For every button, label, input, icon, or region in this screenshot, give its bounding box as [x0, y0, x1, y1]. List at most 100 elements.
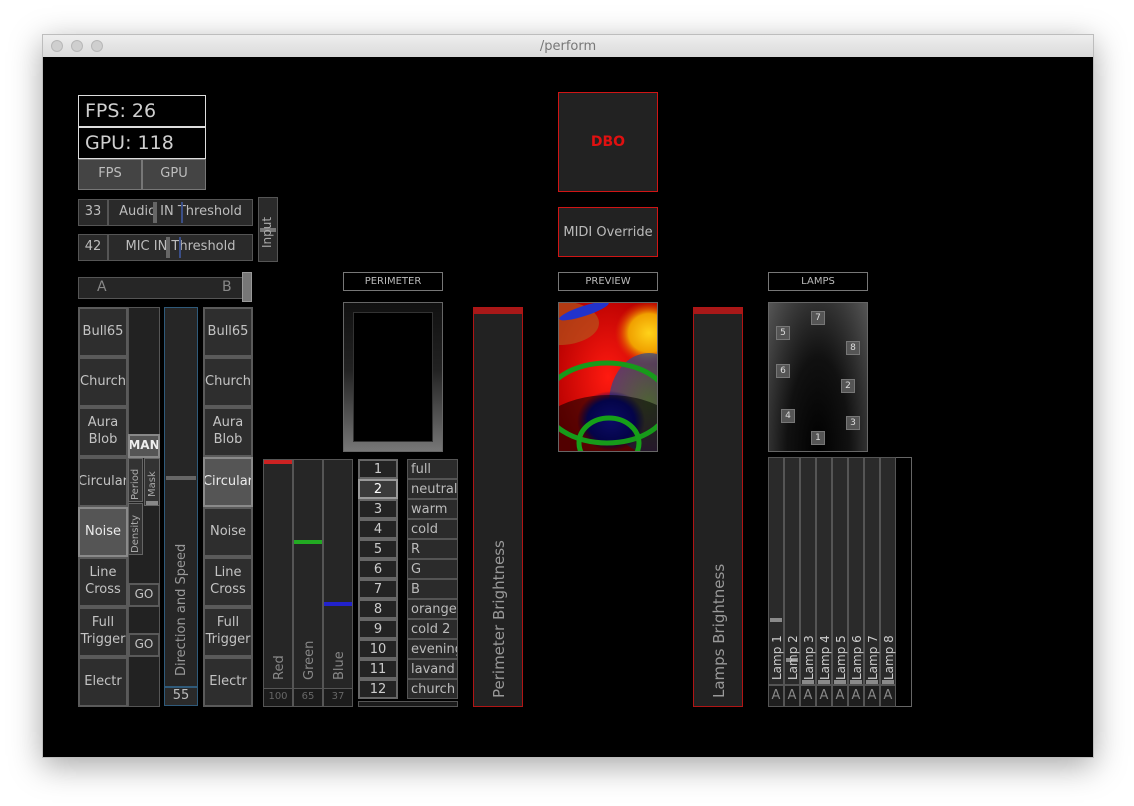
lamps-brightness-slider[interactable]: Lamps Brightness	[693, 307, 743, 707]
lamp-marker-3[interactable]: 3	[846, 416, 860, 430]
lamp-marker-2[interactable]: 2	[841, 379, 855, 393]
lamp-fader-6[interactable]: Lamp 6	[848, 457, 864, 685]
deck-b-effect-button-7[interactable]: Electr	[203, 657, 253, 707]
preset-number-5[interactable]: 5	[358, 539, 398, 559]
deck-b-effect-button-5[interactable]: Line Cross	[203, 557, 253, 607]
preset-number-10[interactable]: 10	[358, 639, 398, 659]
deck-a-effect-button-5[interactable]: Line Cross	[78, 557, 128, 607]
preset-name[interactable]: G	[407, 559, 458, 579]
lamps-brightness-handle[interactable]	[694, 308, 742, 314]
lamp-marker-4[interactable]: 4	[781, 409, 795, 423]
preset-number-7[interactable]: 7	[358, 579, 398, 599]
preset-number-1[interactable]: 1	[358, 459, 398, 479]
deck-b-effect-button-6[interactable]: Full Trigger	[203, 607, 253, 657]
deck-a-effect-button-2[interactable]: Aura Blob	[78, 407, 128, 457]
lamp-fader-handle-6[interactable]	[850, 680, 862, 684]
lamp-fader-handle-5[interactable]	[834, 680, 846, 684]
lamp-fader-handle-7[interactable]	[866, 680, 878, 684]
lamp-a-button-7[interactable]: A	[864, 685, 880, 707]
preset-name[interactable]: B	[407, 579, 458, 599]
preset-number-2[interactable]: 2	[358, 479, 398, 499]
deck-a-effect-button-3[interactable]: Circular	[78, 457, 128, 507]
mic-threshold-handle[interactable]	[166, 237, 170, 258]
lamp-marker-6[interactable]: 6	[776, 364, 790, 378]
man-button[interactable]: MAN	[128, 434, 160, 458]
lamp-a-button-4[interactable]: A	[816, 685, 832, 707]
preset-number-8[interactable]: 8	[358, 599, 398, 619]
lamp-marker-7[interactable]: 7	[811, 311, 825, 325]
preset-number-4[interactable]: 4	[358, 519, 398, 539]
audio-threshold-handle[interactable]	[153, 202, 157, 223]
ab-crossfader[interactable]: A B	[78, 277, 252, 299]
mic-threshold-slider[interactable]: MIC IN Threshold	[108, 234, 253, 261]
lamp-fader-handle-3[interactable]	[802, 680, 814, 684]
preset-name[interactable]: neutral	[407, 479, 458, 499]
deck-a-effect-button-4[interactable]: Noise	[78, 507, 128, 557]
crossfader-handle[interactable]	[242, 272, 252, 302]
audio-threshold-slider[interactable]: Audio IN Threshold	[108, 199, 253, 226]
period-slider[interactable]: Period	[128, 458, 143, 502]
lamp-a-button-3[interactable]: A	[800, 685, 816, 707]
preset-name[interactable]: full	[407, 459, 458, 479]
lamp-a-button-8[interactable]: A	[880, 685, 896, 707]
go-button-2[interactable]: GO	[128, 633, 160, 657]
lamp-a-button-1[interactable]: A	[768, 685, 784, 707]
lamp-marker-5[interactable]: 5	[776, 326, 790, 340]
deck-a-effect-button-6[interactable]: Full Trigger	[78, 607, 128, 657]
red-fader[interactable]: Red	[263, 459, 293, 707]
deck-b-effect-button-3[interactable]: Circular	[203, 457, 253, 507]
lamp-a-button-5[interactable]: A	[832, 685, 848, 707]
preset-name[interactable]: church	[407, 679, 458, 699]
red-fader-handle[interactable]	[264, 460, 292, 464]
density-slider[interactable]: Density	[128, 503, 143, 555]
go-button-1[interactable]: GO	[128, 583, 160, 607]
gpu-button[interactable]: GPU	[142, 159, 206, 190]
lamp-fader-4[interactable]: Lamp 4	[816, 457, 832, 685]
blue-fader-handle[interactable]	[324, 602, 352, 606]
preset-number-3[interactable]: 3	[358, 499, 398, 519]
deck-b-effect-button-0[interactable]: Bull65	[203, 307, 253, 357]
deck-a-effect-button-7[interactable]: Electr	[78, 657, 128, 707]
direction-speed-slider[interactable]: Direction and Speed	[164, 307, 198, 687]
lamp-a-button-2[interactable]: A	[784, 685, 800, 707]
dbo-button[interactable]: DBO	[558, 92, 658, 192]
lamp-fader-3[interactable]: Lamp 3	[800, 457, 816, 685]
preset-name[interactable]: orange	[407, 599, 458, 619]
deck-b-effect-button-4[interactable]: Noise	[203, 507, 253, 557]
preset-name[interactable]: cold 2	[407, 619, 458, 639]
fps-button[interactable]: FPS	[78, 159, 142, 190]
lamp-fader-2[interactable]: Lamp 2	[784, 457, 800, 685]
lamp-marker-8[interactable]: 8	[846, 341, 860, 355]
lamp-fader-1[interactable]: Lamp 1	[768, 457, 784, 685]
perimeter-brightness-handle[interactable]	[474, 308, 522, 314]
green-fader[interactable]: Green	[293, 459, 323, 707]
direction-speed-handle[interactable]	[166, 476, 196, 480]
lamp-fader-handle-1[interactable]	[770, 618, 782, 622]
deck-a-effect-button-0[interactable]: Bull65	[78, 307, 128, 357]
deck-b-effect-button-1[interactable]: Church	[203, 357, 253, 407]
mask-slider[interactable]: Mask	[144, 458, 160, 506]
preset-name[interactable]: lavand	[407, 659, 458, 679]
lamp-fader-8[interactable]: Lamp 8	[880, 457, 896, 685]
deck-b-effect-button-2[interactable]: Aura Blob	[203, 407, 253, 457]
lamp-fader-5[interactable]: Lamp 5	[832, 457, 848, 685]
lamp-a-button-6[interactable]: A	[848, 685, 864, 707]
lamp-fader-handle-8[interactable]	[882, 680, 894, 684]
midi-override-button[interactable]: MIDI Override	[558, 207, 658, 257]
preset-number-9[interactable]: 9	[358, 619, 398, 639]
lamp-marker-1[interactable]: 1	[811, 431, 825, 445]
mask-handle[interactable]	[146, 501, 158, 505]
preset-name[interactable]: warm	[407, 499, 458, 519]
preset-number-6[interactable]: 6	[358, 559, 398, 579]
lamp-fader-7[interactable]: Lamp 7	[864, 457, 880, 685]
preset-scrollbar[interactable]	[358, 701, 458, 707]
perimeter-brightness-slider[interactable]: Perimeter Brightness	[473, 307, 523, 707]
blue-fader[interactable]: Blue	[323, 459, 353, 707]
deck-a-effect-button-1[interactable]: Church	[78, 357, 128, 407]
lamp-fader-handle-4[interactable]	[818, 680, 830, 684]
preset-number-12[interactable]: 12	[358, 679, 398, 699]
green-fader-handle[interactable]	[294, 540, 322, 544]
preset-name[interactable]: cold	[407, 519, 458, 539]
preset-name[interactable]: evening	[407, 639, 458, 659]
preset-number-11[interactable]: 11	[358, 659, 398, 679]
